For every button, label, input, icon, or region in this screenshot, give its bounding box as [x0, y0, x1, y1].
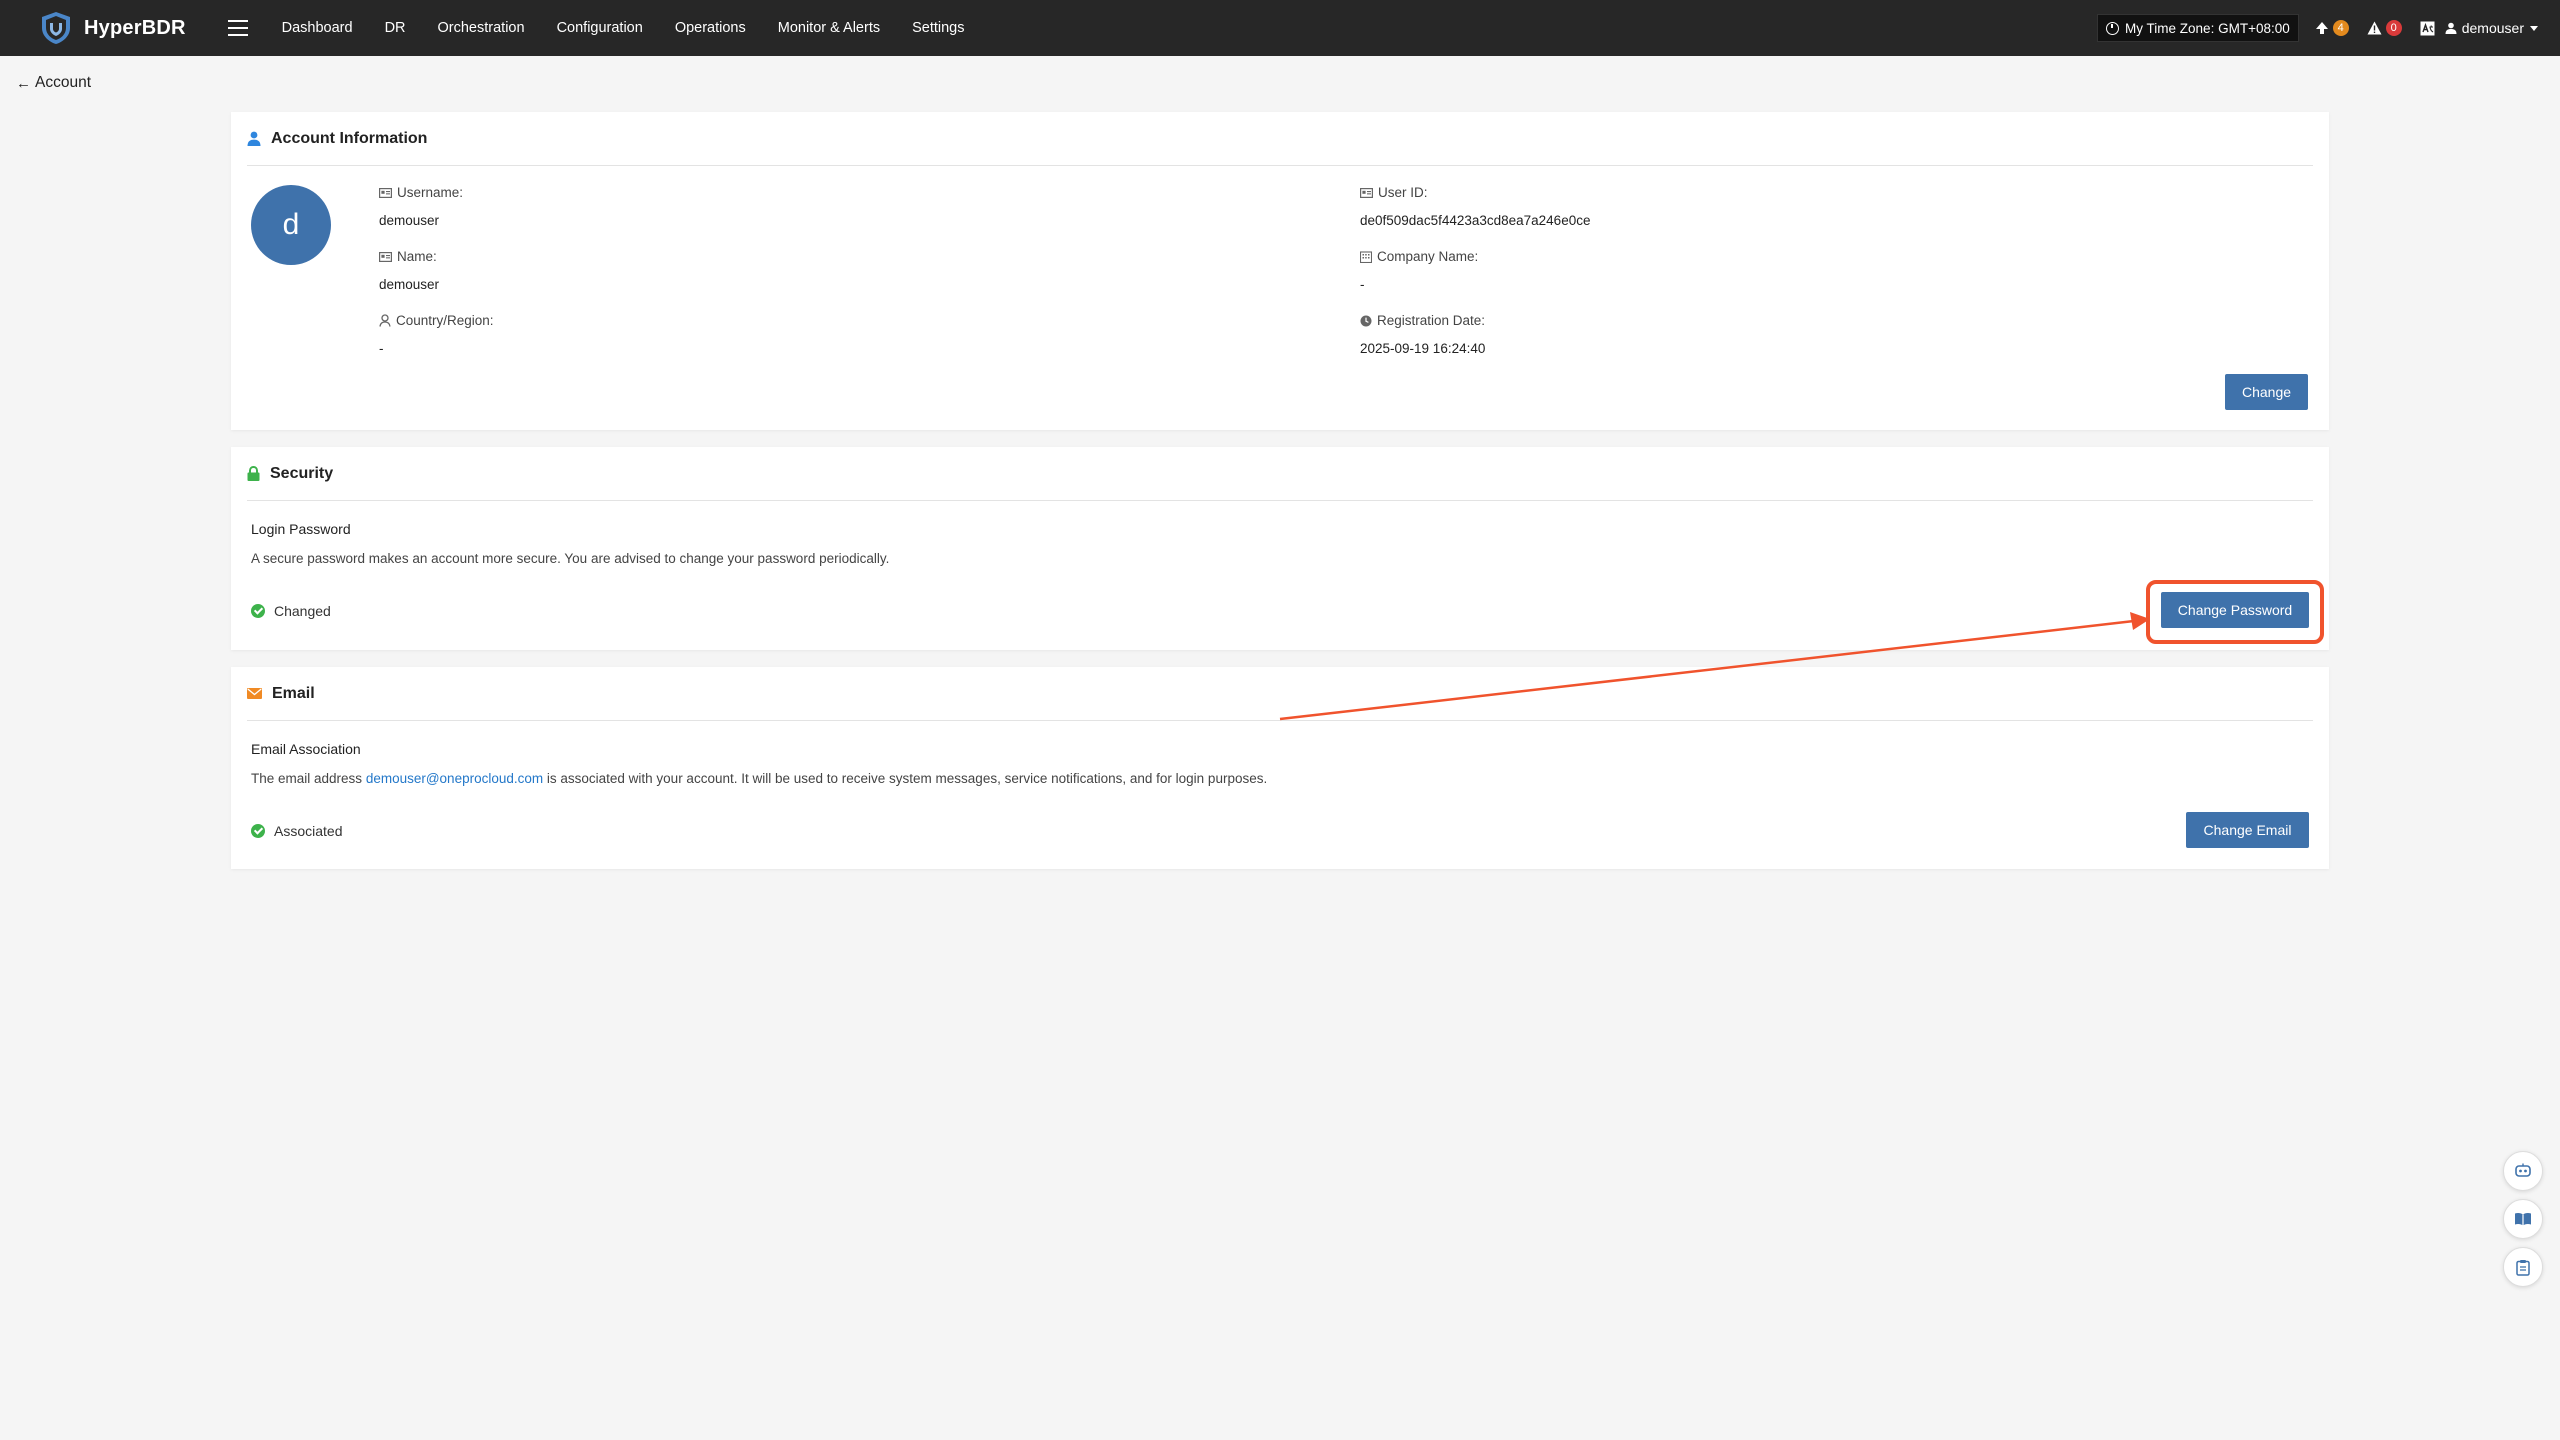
userid-field: User ID: de0f509dac5f4423a3cd8ea7a246e0c… [1360, 185, 1590, 228]
main-nav: Dashboard DR Orchestration Configuration… [282, 0, 997, 56]
logo[interactable]: HyperBDR [38, 0, 186, 56]
nav-operations[interactable]: Operations [675, 20, 746, 36]
email-desc-suffix: is associated with your account. It will… [543, 771, 1268, 786]
check-circle-icon [251, 604, 265, 618]
nav-dr[interactable]: DR [385, 20, 406, 36]
company-value: - [1360, 277, 1365, 292]
book-icon [2515, 1212, 2531, 1226]
email-status-label: Associated [274, 823, 343, 839]
account-information-card: Account Information d Username: demouser… [231, 112, 2329, 430]
email-association-title: Email Association [251, 741, 361, 757]
menu-toggle-icon[interactable] [227, 20, 248, 36]
chevron-down-icon [2530, 25, 2538, 31]
check-circle-icon [251, 824, 265, 838]
username-value: demouser [379, 213, 440, 228]
alert-notifications[interactable]: 0 [2367, 20, 2402, 36]
username-label: Username: [397, 185, 464, 200]
security-card: Security Login Password A secure passwor… [231, 447, 2329, 650]
country-label: Country/Region: [396, 313, 494, 328]
avatar: d [251, 185, 331, 265]
country-field: Country/Region: - [379, 313, 494, 356]
nav-configuration[interactable]: Configuration [557, 20, 643, 36]
top-right-controls: My Time Zone: GMT+08:00 4 0 demouser [2097, 0, 2560, 56]
company-label: Company Name: [1377, 249, 1479, 264]
id-card-icon [379, 187, 392, 198]
email-association-description: The email address demouser@oneprocloud.c… [251, 771, 1267, 786]
clock-icon [1360, 315, 1372, 327]
timezone-button[interactable]: My Time Zone: GMT+08:00 [2097, 14, 2299, 42]
password-status-label: Changed [274, 603, 331, 619]
registration-date-field: Registration Date: 2025-09-19 16:24:40 [1360, 313, 1485, 356]
email-status: Associated [251, 823, 342, 839]
warning-icon [2367, 21, 2382, 35]
lock-icon [247, 466, 260, 481]
page-title: Account [35, 74, 92, 91]
registration-date-label: Registration Date: [1377, 313, 1486, 328]
upgrade-notifications[interactable]: 4 [2315, 20, 2349, 36]
user-menu[interactable]: demouser [2445, 20, 2538, 36]
upgrade-count-badge: 4 [2332, 20, 2349, 36]
email-desc-prefix: The email address [251, 771, 366, 786]
change-account-button[interactable]: Change [2225, 374, 2308, 410]
clock-icon [2106, 21, 2120, 35]
name-label: Name: [397, 249, 437, 264]
upload-arrow-icon [2315, 22, 2328, 34]
user-icon [247, 131, 261, 146]
name-value: demouser [379, 277, 440, 292]
id-card-icon [1360, 187, 1373, 198]
id-card-icon [379, 251, 392, 262]
user-name: demouser [2461, 20, 2524, 36]
security-title: Security [270, 464, 334, 482]
email-card: Email Email Association The email addres… [231, 667, 2329, 869]
floating-docs-button[interactable] [2503, 1199, 2543, 1239]
back-link[interactable]: ← Account [16, 74, 91, 92]
clipboard-icon [2516, 1259, 2530, 1276]
account-information-title: Account Information [271, 129, 428, 147]
app-name: HyperBDR [84, 16, 186, 39]
nav-orchestration[interactable]: Orchestration [438, 20, 525, 36]
nav-dashboard[interactable]: Dashboard [282, 20, 353, 36]
password-status: Changed [251, 603, 331, 619]
floating-clipboard-button[interactable] [2503, 1247, 2543, 1287]
envelope-icon [247, 688, 262, 699]
arrow-left-icon: ← [16, 74, 31, 92]
name-field: Name: demouser [379, 249, 439, 292]
change-email-button[interactable]: Change Email [2186, 812, 2309, 848]
robot-icon [2515, 1163, 2531, 1177]
country-value: - [379, 341, 384, 356]
company-field: Company Name: - [1360, 249, 1478, 292]
email-title: Email [272, 684, 315, 702]
email-address-link[interactable]: demouser@oneprocloud.com [366, 771, 543, 786]
nav-settings[interactable]: Settings [912, 20, 964, 36]
security-header: Security [247, 447, 2313, 501]
floating-robot-button[interactable] [2503, 1151, 2543, 1191]
location-user-icon [379, 314, 391, 327]
annotation-highlight-box [2146, 580, 2324, 644]
translate-icon [2420, 21, 2435, 35]
email-header: Email [247, 667, 2313, 721]
language-switch[interactable] [2420, 21, 2435, 36]
building-icon [1360, 250, 1372, 263]
timezone-label: My Time Zone: GMT+08:00 [2125, 20, 2290, 36]
account-information-header: Account Information [247, 112, 2313, 166]
username-field: Username: demouser [379, 185, 463, 228]
registration-date-value: 2025-09-19 16:24:40 [1360, 341, 1486, 356]
nav-monitor-alerts[interactable]: Monitor & Alerts [778, 20, 880, 36]
alert-count-badge: 0 [2385, 20, 2402, 36]
login-password-title: Login Password [251, 521, 351, 537]
shield-logo-icon [42, 12, 70, 44]
userid-label: User ID: [1378, 185, 1428, 200]
userid-value: de0f509dac5f4423a3cd8ea7a246e0ce [1360, 213, 1591, 228]
user-icon [2445, 22, 2457, 34]
login-password-description: A secure password makes an account more … [251, 551, 890, 566]
top-bar: HyperBDR Dashboard DR Orchestration Conf… [0, 0, 2560, 56]
